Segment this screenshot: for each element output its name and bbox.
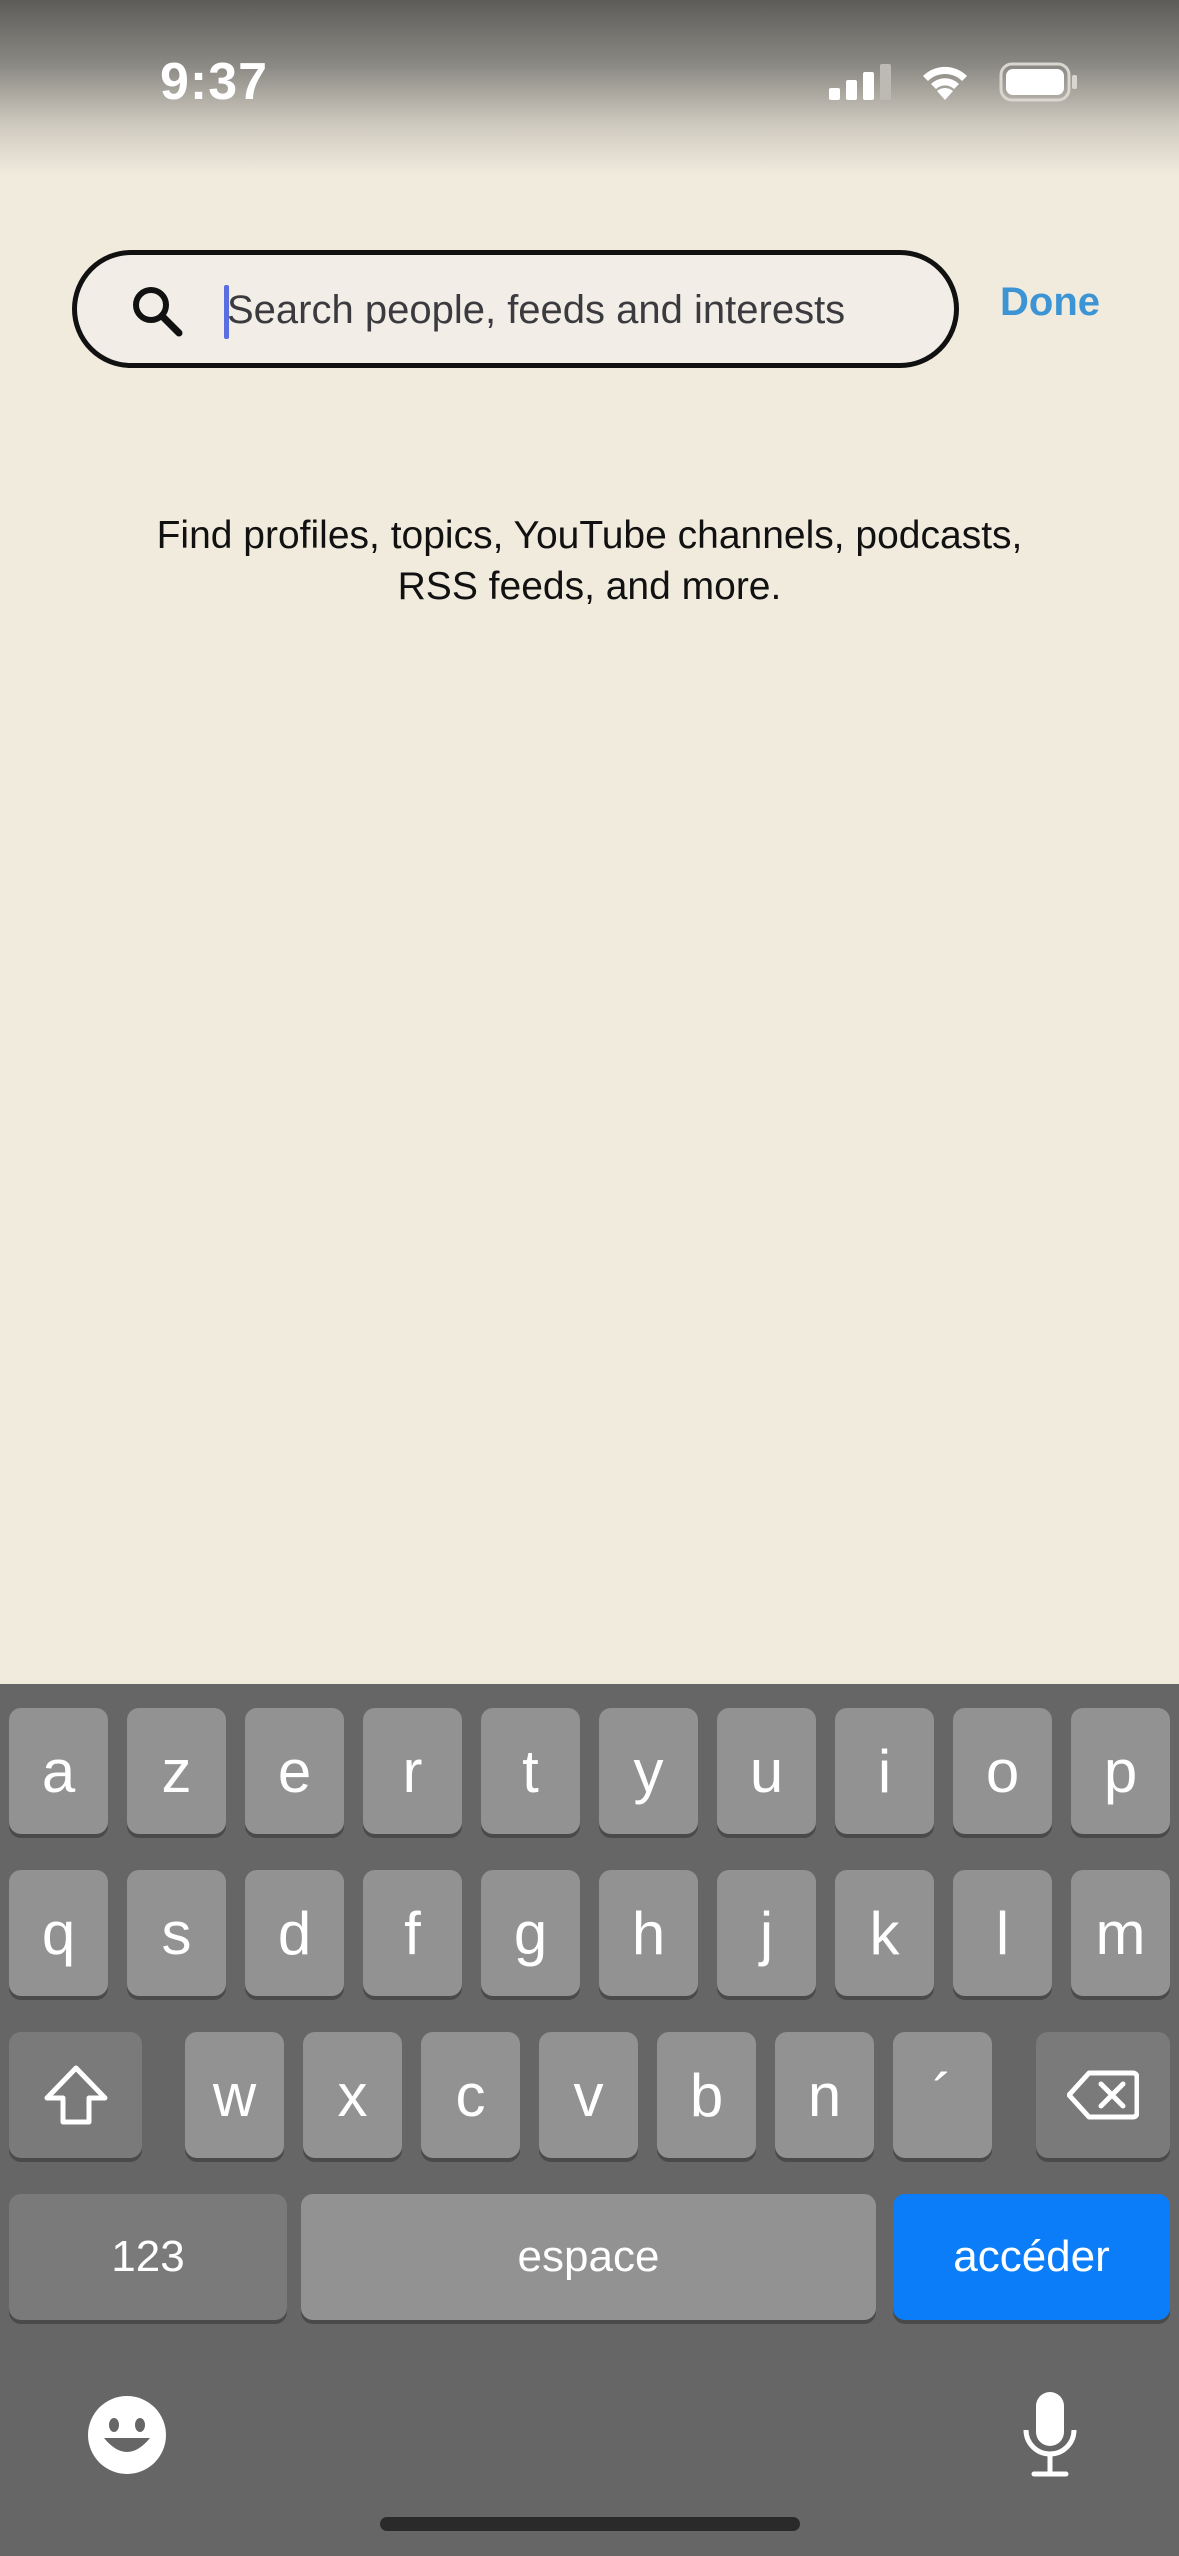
search-hint-line-1: Find profiles, topics, YouTube channels,… (156, 514, 1023, 557)
emoji-icon[interactable] (86, 2394, 168, 2476)
key-y[interactable]: y (599, 1708, 698, 1834)
done-button[interactable]: Done (1000, 272, 1100, 332)
microphone-icon[interactable] (1020, 2390, 1080, 2480)
key-v[interactable]: v (539, 2032, 638, 2158)
key-d[interactable]: d (245, 1870, 344, 1996)
key-a[interactable]: a (9, 1708, 108, 1834)
key-j[interactable]: j (717, 1870, 816, 1996)
keyboard: a z e r t y u i o p q s d f g h j k l m … (0, 1684, 1179, 2556)
key-u[interactable]: u (717, 1708, 816, 1834)
key-o[interactable]: o (953, 1708, 1052, 1834)
search-field[interactable] (72, 250, 959, 368)
search-hint: Find profiles, topics, YouTube channels,… (60, 510, 1119, 612)
key-m[interactable]: m (1071, 1870, 1170, 1996)
key-k[interactable]: k (835, 1870, 934, 1996)
battery-icon (999, 62, 1077, 102)
key-g[interactable]: g (481, 1870, 580, 1996)
search-input[interactable] (227, 275, 927, 345)
key-r[interactable]: r (363, 1708, 462, 1834)
key-b[interactable]: b (657, 2032, 756, 2158)
key-s[interactable]: s (127, 1870, 226, 1996)
key-acute-accent[interactable]: ´ (893, 2032, 992, 2158)
wifi-icon (923, 66, 967, 100)
status-icons (829, 62, 1079, 102)
key-x[interactable]: x (303, 2032, 402, 2158)
home-indicator[interactable] (380, 2517, 800, 2531)
search-hint-line-2: RSS feeds, and more. (397, 565, 782, 608)
key-z[interactable]: z (127, 1708, 226, 1834)
search-screen: 9:37 Don (0, 0, 1179, 2556)
delete-key[interactable] (1036, 2032, 1170, 2158)
key-h[interactable]: h (599, 1870, 698, 1996)
key-p[interactable]: p (1071, 1708, 1170, 1834)
key-w[interactable]: w (185, 2032, 284, 2158)
cellular-signal-icon (829, 64, 891, 100)
key-i[interactable]: i (835, 1708, 934, 1834)
status-bar: 9:37 (0, 0, 1179, 175)
key-t[interactable]: t (481, 1708, 580, 1834)
key-q[interactable]: q (9, 1870, 108, 1996)
key-f[interactable]: f (363, 1870, 462, 1996)
key-l[interactable]: l (953, 1870, 1052, 1996)
status-time: 9:37 (160, 53, 269, 111)
backspace-icon (1067, 2070, 1139, 2120)
search-icon (133, 287, 183, 337)
go-key[interactable]: accéder (893, 2194, 1170, 2320)
shift-icon (44, 2065, 107, 2125)
key-n[interactable]: n (775, 2032, 874, 2158)
numbers-key[interactable]: 123 (9, 2194, 287, 2320)
space-key[interactable]: espace (301, 2194, 876, 2320)
shift-key[interactable] (9, 2032, 142, 2158)
key-e[interactable]: e (245, 1708, 344, 1834)
key-c[interactable]: c (421, 2032, 520, 2158)
